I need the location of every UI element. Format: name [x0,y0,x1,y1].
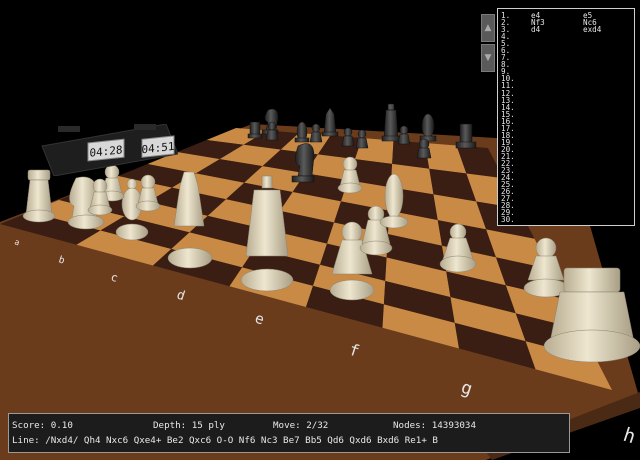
move-list-row[interactable]: 11. [501,82,634,90]
black-move: exd4 [583,25,602,35]
move-list-row[interactable]: 7. [501,54,634,62]
movelist-scroll[interactable]: ▲ ▼ [481,14,495,72]
move-list-row[interactable]: 13. [501,96,634,104]
move-text: Move: 2/32 [273,420,329,431]
chess-clock: 04:28 04:51 [41,124,178,176]
white-move: d4 [531,25,541,35]
move-list-row[interactable]: 10. [501,75,634,83]
black-pawn-c7 [309,123,323,143]
move-list-row[interactable]: 26. [501,188,634,196]
move-list-row[interactable]: 25. [501,181,634,189]
black-bishop-f8 [419,113,437,142]
depth-text: Depth: 15 ply [153,420,225,431]
move-list-row[interactable]: 3. d4 exd4 [501,25,634,35]
scroll-down-arrow-icon: ▼ [484,53,492,63]
move-list-row[interactable]: 15. [501,110,634,118]
move-list-row[interactable]: 9. [501,68,634,76]
file-label-h: h [620,423,638,448]
black-queen-d8 [321,107,339,137]
scroll-up-arrow-icon: ▲ [484,23,492,33]
move-list-row[interactable]: 1. e4 e5 [501,12,634,20]
move-list-row[interactable]: 23. [501,167,634,175]
move-list-row[interactable]: 20. [501,146,634,154]
move-list-row[interactable]: 12. [501,89,634,97]
move-list-row[interactable]: 4. [501,33,634,41]
move-list-row[interactable]: 16. [501,117,634,125]
move-list-row[interactable]: 17. [501,124,634,132]
scroll-down-button[interactable]: ▼ [481,44,495,72]
move-list-row[interactable]: 6. [501,47,634,55]
move-list-row[interactable]: 29. [501,209,634,217]
move-list-row[interactable]: 5. [501,40,634,48]
black-pawn-e5 [397,125,411,145]
move-list-row[interactable]: 28. [501,202,634,210]
black-king-e8 [381,103,401,142]
move-list-row[interactable]: 18. [501,131,634,139]
move-list-row[interactable]: 8. [501,61,634,69]
status-panel: Score: 0.10 Depth: 15 ply Move: 2/32 Nod… [8,413,570,453]
move-list-row[interactable]: 24. [501,174,634,182]
move-list-row[interactable]: 19. [501,139,634,147]
move-list-row[interactable]: 30. [501,215,634,225]
move-list-row[interactable]: 22. [501,160,634,168]
scroll-up-button[interactable]: ▲ [481,14,495,42]
move-list[interactable]: 1. e4 e5 2. Nf3 Nc6 3. d4 exd4 4. 5. 6. 7. 8. 9. 10. 11.… [497,8,635,226]
principal-variation-line: Line: /Nxd4/ Qh4 Nxc6 Qxe4+ Be2 Qxc6 O-O… [12,435,438,446]
nodes-text: Nodes: 14393034 [393,420,476,431]
score-text: Score: 0.10 [12,420,73,431]
black-rook-a8 [247,121,263,139]
move-list-row[interactable]: 27. [501,195,634,203]
black-bishop-c8 [294,121,310,143]
move-list-row[interactable]: 21. [501,153,634,161]
move-list-row[interactable]: 14. [501,103,634,111]
white-rook-a1 [22,169,56,223]
move-number: 30. [501,215,515,225]
move-list-row[interactable]: 2. Nf3 Nc6 [501,19,634,27]
